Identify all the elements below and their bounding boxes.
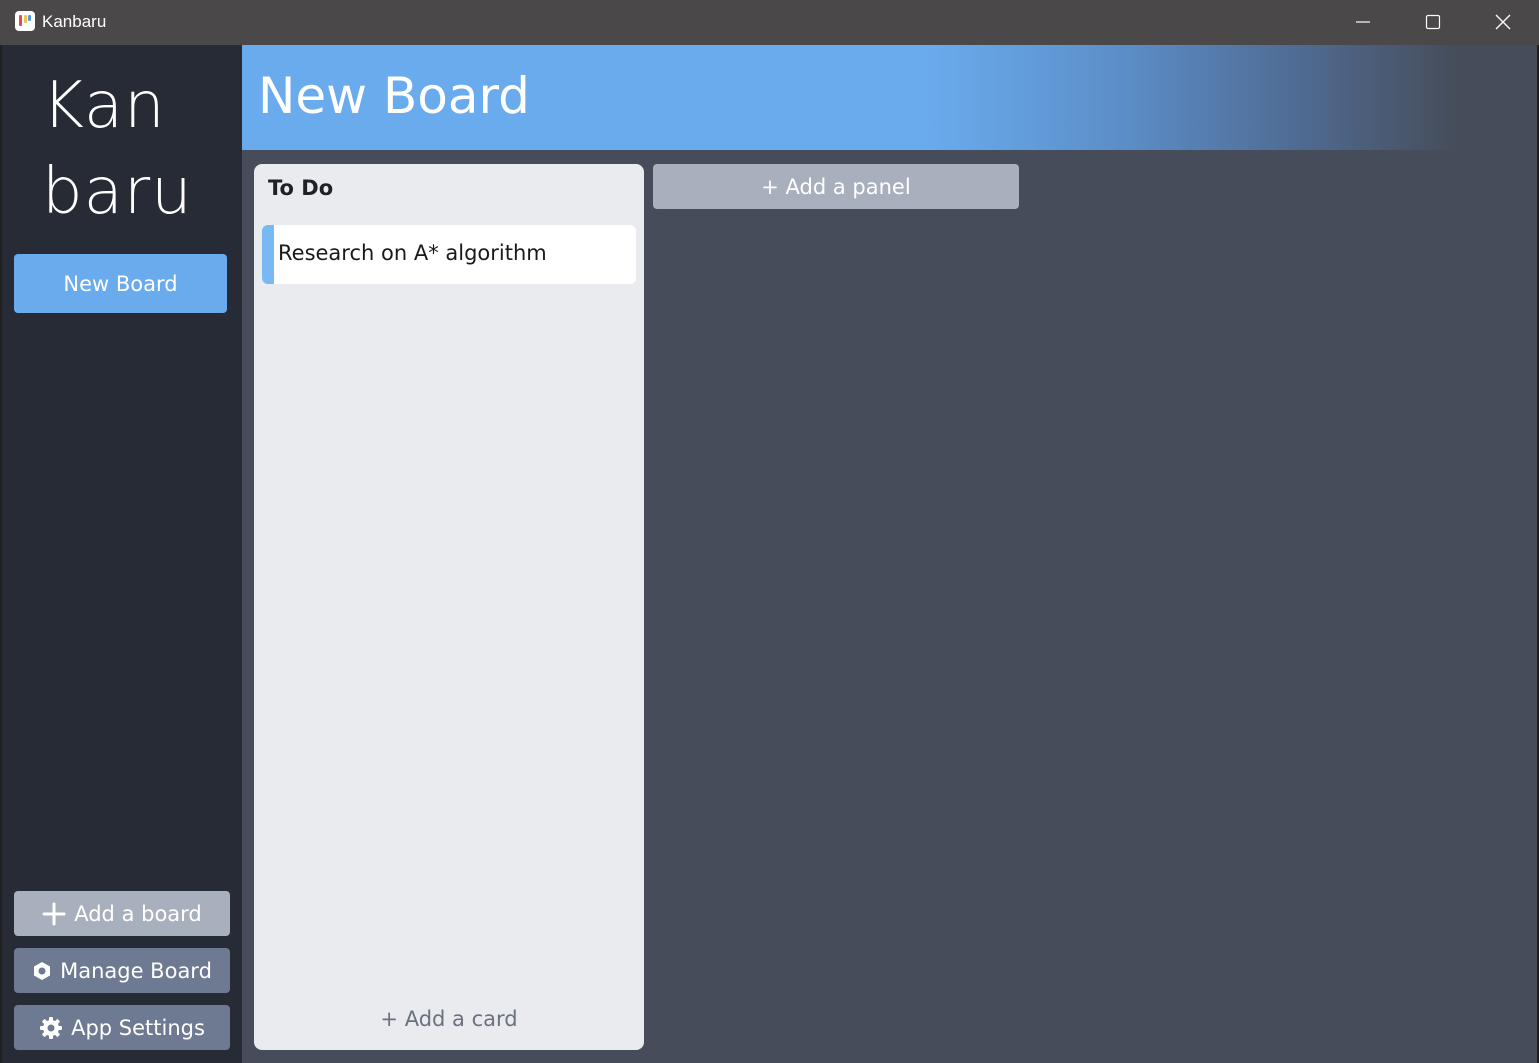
minimize-icon <box>1356 21 1370 23</box>
app-settings-button[interactable]: App Settings <box>14 1005 230 1050</box>
manage-board-button[interactable]: Manage Board <box>14 948 230 993</box>
plus-icon <box>42 902 66 926</box>
logo-line-2: baru <box>42 155 193 229</box>
close-button[interactable] <box>1468 0 1538 45</box>
sidebar-board-new-board[interactable]: New Board <box>14 254 227 313</box>
logo-line-1: Kan <box>42 69 166 143</box>
add-board-label: Add a board <box>74 901 202 926</box>
gear-icon <box>39 1016 63 1040</box>
card[interactable]: Research on A* algorithm <box>262 225 636 284</box>
app-settings-label: App Settings <box>71 1015 205 1040</box>
add-panel-button[interactable]: + Add a panel <box>653 164 1019 209</box>
board-header: New Board <box>242 45 1537 150</box>
add-card-button[interactable]: + Add a card <box>254 1007 644 1031</box>
maximize-button[interactable] <box>1398 0 1468 45</box>
minimize-button[interactable] <box>1328 0 1398 45</box>
close-icon <box>1495 14 1511 30</box>
hexagon-icon <box>32 961 52 981</box>
card-text: Research on A* algorithm <box>278 241 547 265</box>
app-frame: Kan baru New Board Add a board Manage Bo… <box>2 45 1537 1063</box>
sidebar: Kan baru New Board Add a board Manage Bo… <box>2 45 242 1063</box>
maximize-icon <box>1425 14 1441 30</box>
card-accent-strip <box>262 225 274 284</box>
panel-to-do: To Do Research on A* algorithm + Add a c… <box>254 164 644 1050</box>
manage-board-label: Manage Board <box>60 958 212 983</box>
add-board-button[interactable]: Add a board <box>14 891 230 936</box>
panel-title[interactable]: To Do <box>268 176 333 200</box>
board-title[interactable]: New Board <box>258 63 530 129</box>
kanbaru-app-icon <box>15 11 35 31</box>
title-bar: Kanbaru <box>0 0 1539 45</box>
app-logo: Kan baru <box>42 63 232 235</box>
window-title: Kanbaru <box>42 12 107 31</box>
